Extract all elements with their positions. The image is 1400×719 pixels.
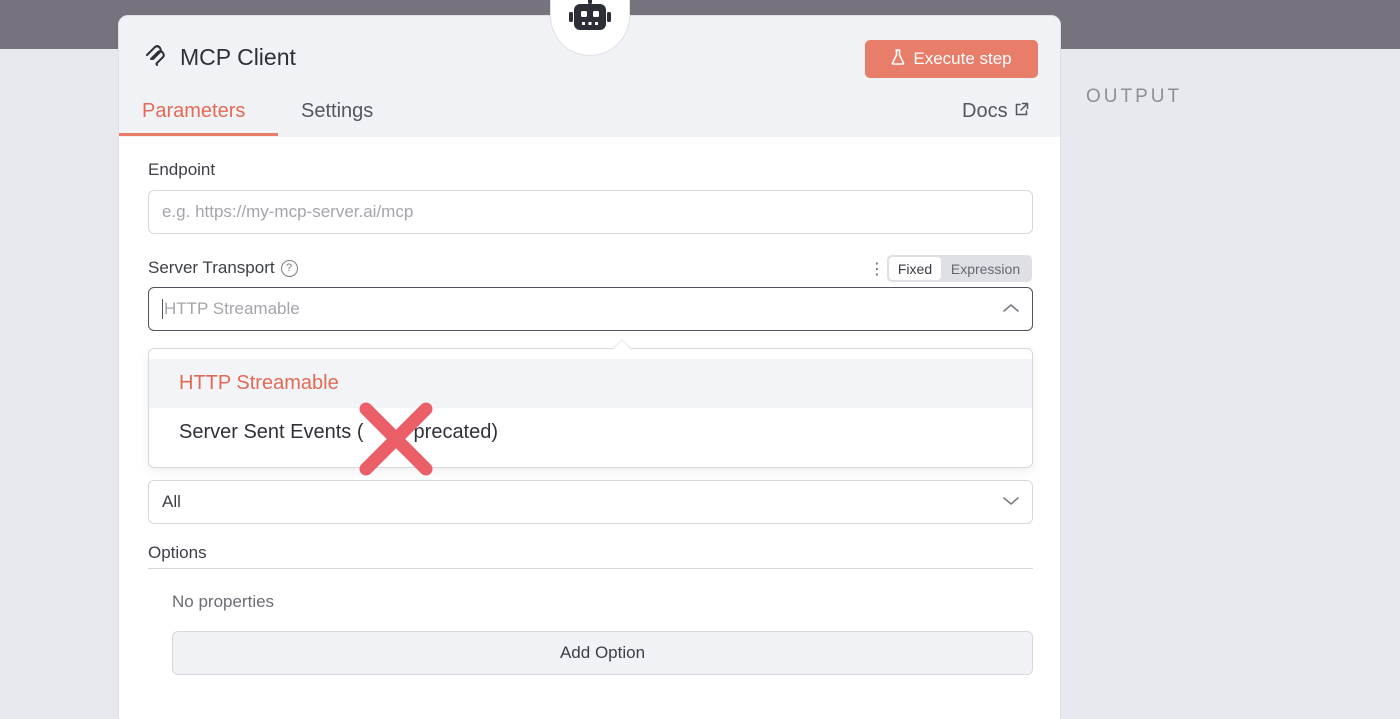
text-cursor (162, 299, 163, 320)
tab-settings[interactable]: Settings (301, 100, 373, 123)
server-transport-select[interactable]: HTTP Streamable (148, 287, 1033, 331)
active-tab-indicator (119, 133, 278, 136)
docs-label: Docs (962, 100, 1008, 122)
server-transport-label: Server Transport (148, 258, 275, 277)
fixed-expression-toggle: Fixed Expression (887, 255, 1032, 282)
endpoint-input[interactable]: e.g. https://my-mcp-server.ai/mcp (148, 190, 1033, 234)
options-label: Options (148, 543, 207, 562)
server-transport-dropdown: HTTP Streamable Server Sent Events ( pre… (148, 339, 1033, 468)
tab-parameters[interactable]: Parameters (142, 100, 245, 123)
toggle-fixed[interactable]: Fixed (889, 257, 941, 280)
options-divider (148, 568, 1033, 569)
tools-select-value: All (162, 492, 181, 511)
chevron-up-icon (1002, 299, 1020, 319)
external-link-icon (1014, 100, 1029, 123)
server-transport-label-row: Server Transport ? (148, 258, 298, 278)
server-transport-value-wrap: HTTP Streamable (162, 299, 300, 320)
more-vertical-icon[interactable]: ⋮ (869, 259, 885, 279)
server-transport-value: HTTP Streamable (164, 298, 300, 318)
docs-link[interactable]: Docs (962, 100, 1029, 123)
execute-step-button[interactable]: Execute step (865, 40, 1038, 78)
question-circle-icon[interactable]: ? (280, 259, 298, 277)
robot-icon (569, 0, 611, 37)
endpoint-label: Endpoint (148, 160, 216, 179)
sse-option-text-start: Server Sent Events ( (179, 421, 364, 443)
node-title: MCP Client (180, 44, 296, 70)
node-parameters-panel: MCP Client Execute step Parameters Setti… (118, 15, 1061, 719)
no-properties-text: No properties (172, 592, 275, 611)
mcp-logo-icon (145, 45, 167, 67)
endpoint-placeholder: e.g. https://my-mcp-server.ai/mcp (162, 202, 414, 221)
chevron-down-icon (1002, 492, 1020, 512)
flask-icon (891, 48, 905, 70)
add-option-button[interactable]: Add Option (172, 631, 1033, 675)
x-mark-icon (358, 401, 434, 477)
tools-select[interactable]: All (148, 480, 1033, 524)
output-panel-title: OUTPUT (1086, 86, 1183, 107)
dropdown-option-http-streamable[interactable]: HTTP Streamable (149, 359, 1032, 408)
dropdown-option-server-sent-events[interactable]: Server Sent Events ( precated) (149, 408, 1032, 457)
dropdown-arrow (612, 339, 632, 359)
execute-step-label: Execute step (913, 49, 1012, 68)
toggle-expression[interactable]: Expression (941, 257, 1030, 280)
